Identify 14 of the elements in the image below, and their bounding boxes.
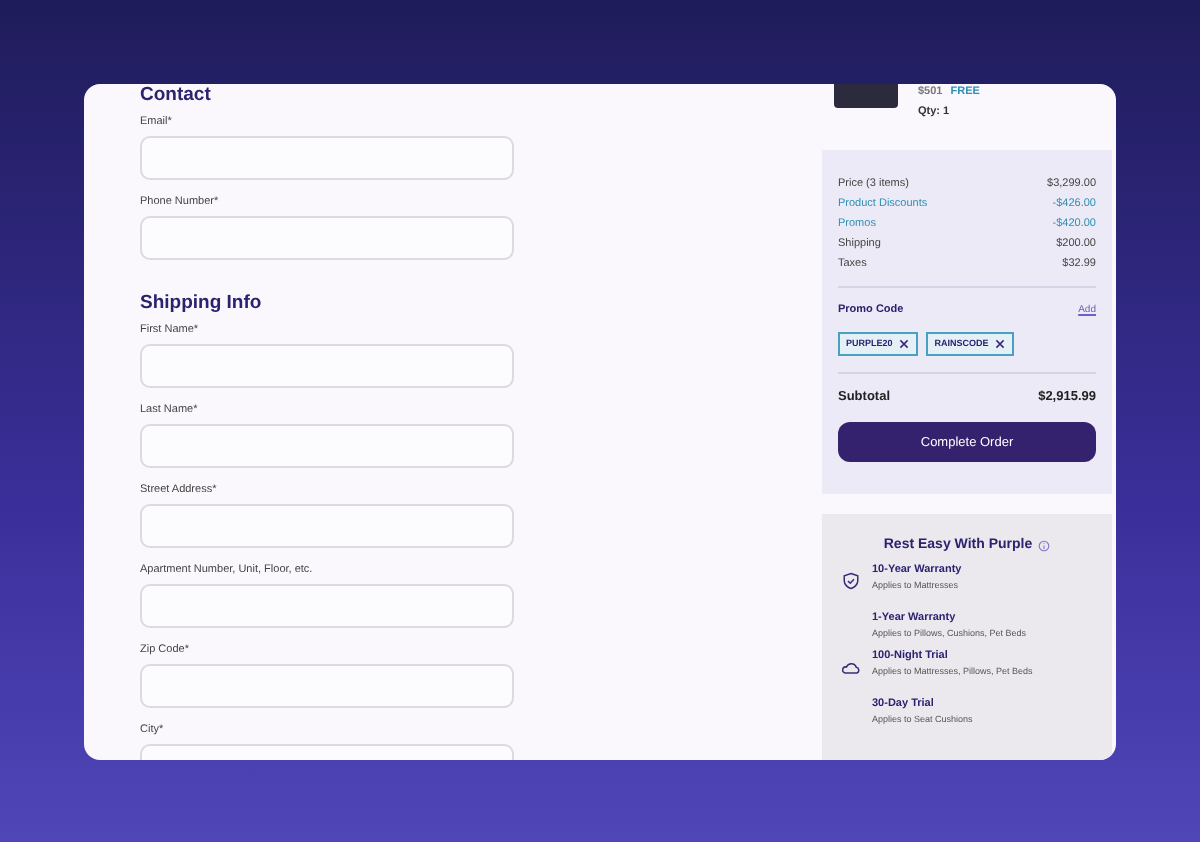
section-heading: Shipping Info: [140, 292, 264, 314]
input-field[interactable]: [140, 424, 514, 468]
product-photo-placeholder: [834, 84, 898, 108]
input-field[interactable]: [140, 344, 514, 388]
input-field[interactable]: [140, 504, 514, 548]
input-field[interactable]: [140, 584, 514, 628]
remove-icon[interactable]: [898, 337, 911, 350]
input-field[interactable]: [140, 664, 514, 708]
input-field[interactable]: [140, 216, 514, 260]
section-heading: Contact: [140, 84, 213, 108]
info-icon[interactable]: [1038, 539, 1051, 551]
remove-icon[interactable]: [994, 337, 1007, 350]
input-field[interactable]: [140, 136, 514, 180]
shield-icon: [842, 572, 860, 590]
